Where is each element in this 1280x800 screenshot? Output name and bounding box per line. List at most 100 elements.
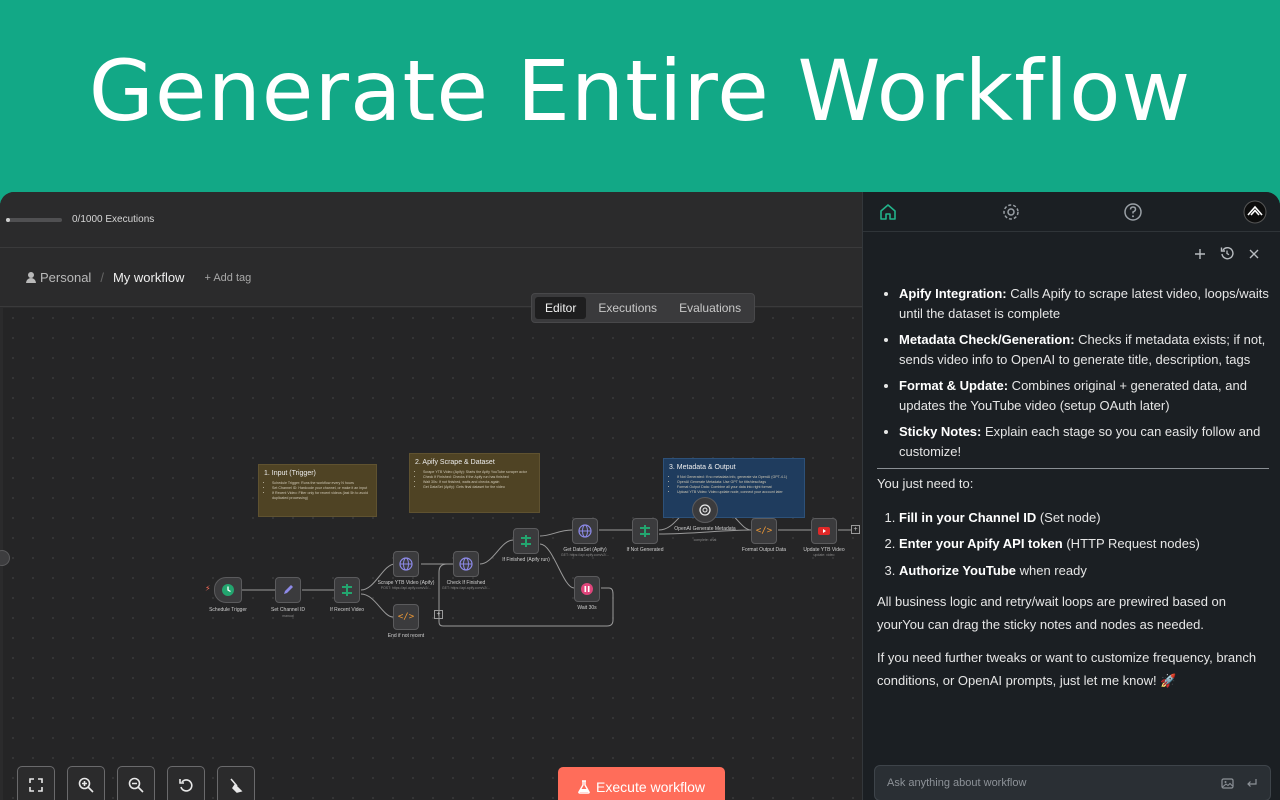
flask-icon (578, 780, 590, 794)
node-check-finished[interactable] (453, 551, 479, 577)
app-window: 0/1000 Executions Personal / My workflow… (0, 192, 1280, 800)
add-tag-button[interactable]: + Add tag (204, 272, 251, 284)
sticky-note-apify[interactable]: 2. Apify Scrape & Dataset Scrape YTB Vid… (409, 453, 540, 513)
canvas-toolbar (17, 766, 255, 800)
execution-progress (6, 217, 62, 222)
add-node-plus-icon[interactable]: + (851, 525, 860, 534)
connection-line (539, 529, 573, 537)
attach-image-button[interactable] (1221, 777, 1234, 793)
zoom-out-icon (128, 777, 144, 793)
node-label: If Finished (Apify run) (502, 557, 550, 563)
tab-editor[interactable]: Editor (535, 297, 587, 319)
branch-icon (342, 584, 352, 596)
node-openai-generate[interactable] (692, 497, 718, 523)
tidy-up-button[interactable] (217, 766, 255, 800)
node-label: OpenAI Generate Metadata (674, 526, 736, 532)
send-button[interactable] (1246, 777, 1258, 792)
close-panel-button[interactable] (1248, 247, 1260, 265)
breadcrumb-project-label: Personal (40, 270, 92, 285)
zoom-in-button[interactable] (67, 766, 105, 800)
undo-icon (179, 779, 193, 792)
sticky-note-line: If Recent Video: Filter only for recent … (272, 491, 371, 501)
fit-view-button[interactable] (17, 766, 55, 800)
node-label: If Recent Video (329, 607, 365, 613)
code-icon: </> (755, 526, 773, 536)
assistant-panel: Apify Integration: Calls Apify to scrape… (862, 192, 1280, 800)
history-icon (1220, 247, 1234, 260)
tab-evaluations[interactable]: Evaluations (669, 297, 751, 319)
node-schedule-trigger[interactable] (214, 577, 242, 603)
workflow-editor: 0/1000 Executions Personal / My workflow… (0, 192, 862, 800)
divider (877, 468, 1269, 469)
sticky-note-title: 3. Metadata & Output (669, 464, 736, 471)
node-get-dataset[interactable] (572, 518, 598, 544)
chat-input[interactable]: Ask anything about workflow (874, 765, 1271, 800)
new-chat-button[interactable] (1194, 247, 1206, 265)
enter-icon (1247, 779, 1257, 787)
node-sub: complete: chat (693, 538, 717, 542)
list-item: Authorize YouTube when ready (899, 561, 1269, 581)
node-label: End if not recent (387, 633, 425, 639)
logo (1243, 200, 1267, 224)
connections-layer (240, 508, 851, 627)
code-icon: </> (397, 612, 415, 622)
branch-icon (521, 535, 531, 547)
close-icon (1249, 249, 1259, 258)
node-sub: GET: https://api.apify.com/v2/... (560, 553, 610, 557)
list-item: Metadata Check/Generation: Checks if met… (899, 330, 1269, 369)
sticky-note-line: Get DataSet (Apify): Gets final dataset … (423, 485, 534, 490)
node-set-channel-id[interactable] (275, 577, 301, 603)
node-format-output[interactable]: </> (751, 518, 777, 544)
sticky-note-input[interactable]: 1. Input (Trigger) Schedule Trigger: Run… (258, 464, 377, 517)
list-item: Sticky Notes: Explain each stage so you … (899, 422, 1269, 461)
node-wait-30s[interactable] (574, 576, 600, 602)
sticky-note-metadata[interactable]: 3. Metadata & Output If Not Generated: I… (663, 458, 805, 518)
execute-workflow-button[interactable]: Execute workflow (558, 767, 725, 800)
list-item: Enter your Apify API token (HTTP Request… (899, 534, 1269, 554)
trigger-bolt-icon: ⚡ (205, 584, 211, 593)
globe-icon (459, 557, 473, 571)
node-label: If Not Generated (626, 547, 664, 553)
message-paragraph: All business logic and retry/wait loops … (877, 594, 1227, 632)
globe-icon (578, 524, 592, 538)
node-sub: manual (282, 614, 294, 618)
breadcrumb-project[interactable]: Personal (26, 270, 91, 285)
node-if-recent-video[interactable] (334, 577, 360, 603)
list-item: Format & Update: Combines original + gen… (899, 376, 1269, 415)
home-icon (880, 204, 896, 220)
image-icon (1221, 778, 1234, 789)
execution-count: 0/1000 Executions (72, 214, 155, 225)
workflow-canvas[interactable]: 1. Input (Trigger) Schedule Trigger: Run… (3, 308, 862, 800)
summary-list: Apify Integration: Calls Apify to scrape… (877, 284, 1269, 461)
workflow-name[interactable]: My workflow (113, 270, 185, 285)
help-icon (1124, 203, 1142, 221)
sticky-note-title: 1. Input (Trigger) (264, 470, 316, 477)
node-end-if-not-recent[interactable]: </> (393, 604, 419, 630)
chat-input-placeholder: Ask anything about workflow (887, 777, 1027, 789)
zoom-out-button[interactable] (117, 766, 155, 800)
banner-title: Generate Entire Workflow (88, 42, 1192, 140)
connection-line (360, 593, 394, 618)
node-update-ytb[interactable] (811, 518, 837, 544)
list-item: Fill in your Channel ID (Set node) (899, 508, 1269, 528)
settings-button[interactable] (999, 200, 1023, 224)
sticky-note-title: 2. Apify Scrape & Dataset (415, 459, 495, 466)
tab-executions[interactable]: Executions (588, 297, 667, 319)
help-button[interactable] (1121, 200, 1145, 224)
execute-workflow-label: Execute workflow (596, 779, 705, 795)
globe-icon (399, 557, 413, 571)
add-node-plus-icon[interactable]: + (434, 610, 443, 619)
node-scrape-ytb[interactable] (393, 551, 419, 577)
branch-icon (640, 525, 650, 537)
home-button[interactable] (876, 200, 900, 224)
banner: Generate Entire Workflow (0, 0, 1280, 192)
clock-icon (222, 584, 234, 596)
history-button[interactable] (1220, 246, 1234, 265)
node-if-not-generated[interactable] (632, 518, 658, 544)
steps-list: Fill in your Channel ID (Set node) Enter… (877, 508, 1269, 581)
node-if-finished[interactable] (513, 528, 539, 554)
reset-zoom-button[interactable] (167, 766, 205, 800)
panel-nav (863, 192, 1280, 232)
sticky-note-line: Upload YTB Video: Video update node, con… (677, 490, 799, 495)
broom-icon (230, 778, 243, 793)
